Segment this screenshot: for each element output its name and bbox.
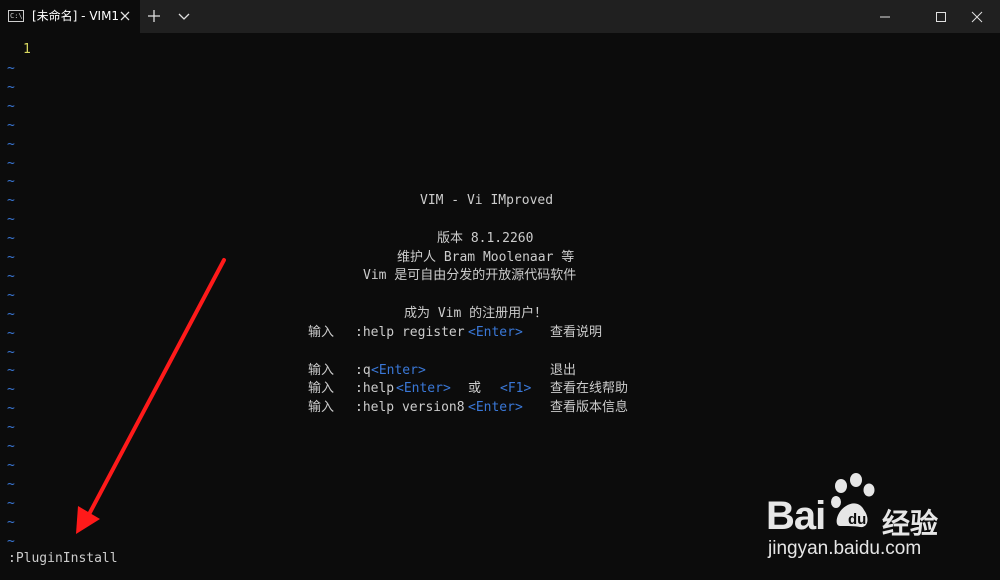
paw-logo-icon: du xyxy=(831,473,875,528)
baidu-watermark: Bai du 经验 jingyan.baidu.com xyxy=(766,472,950,562)
watermark-brand: Bai xyxy=(766,494,826,538)
svg-text:du: du xyxy=(848,511,866,528)
watermark-url: jingyan.baidu.com xyxy=(768,538,922,559)
watermark-brand-cn: 经验 xyxy=(882,507,939,540)
